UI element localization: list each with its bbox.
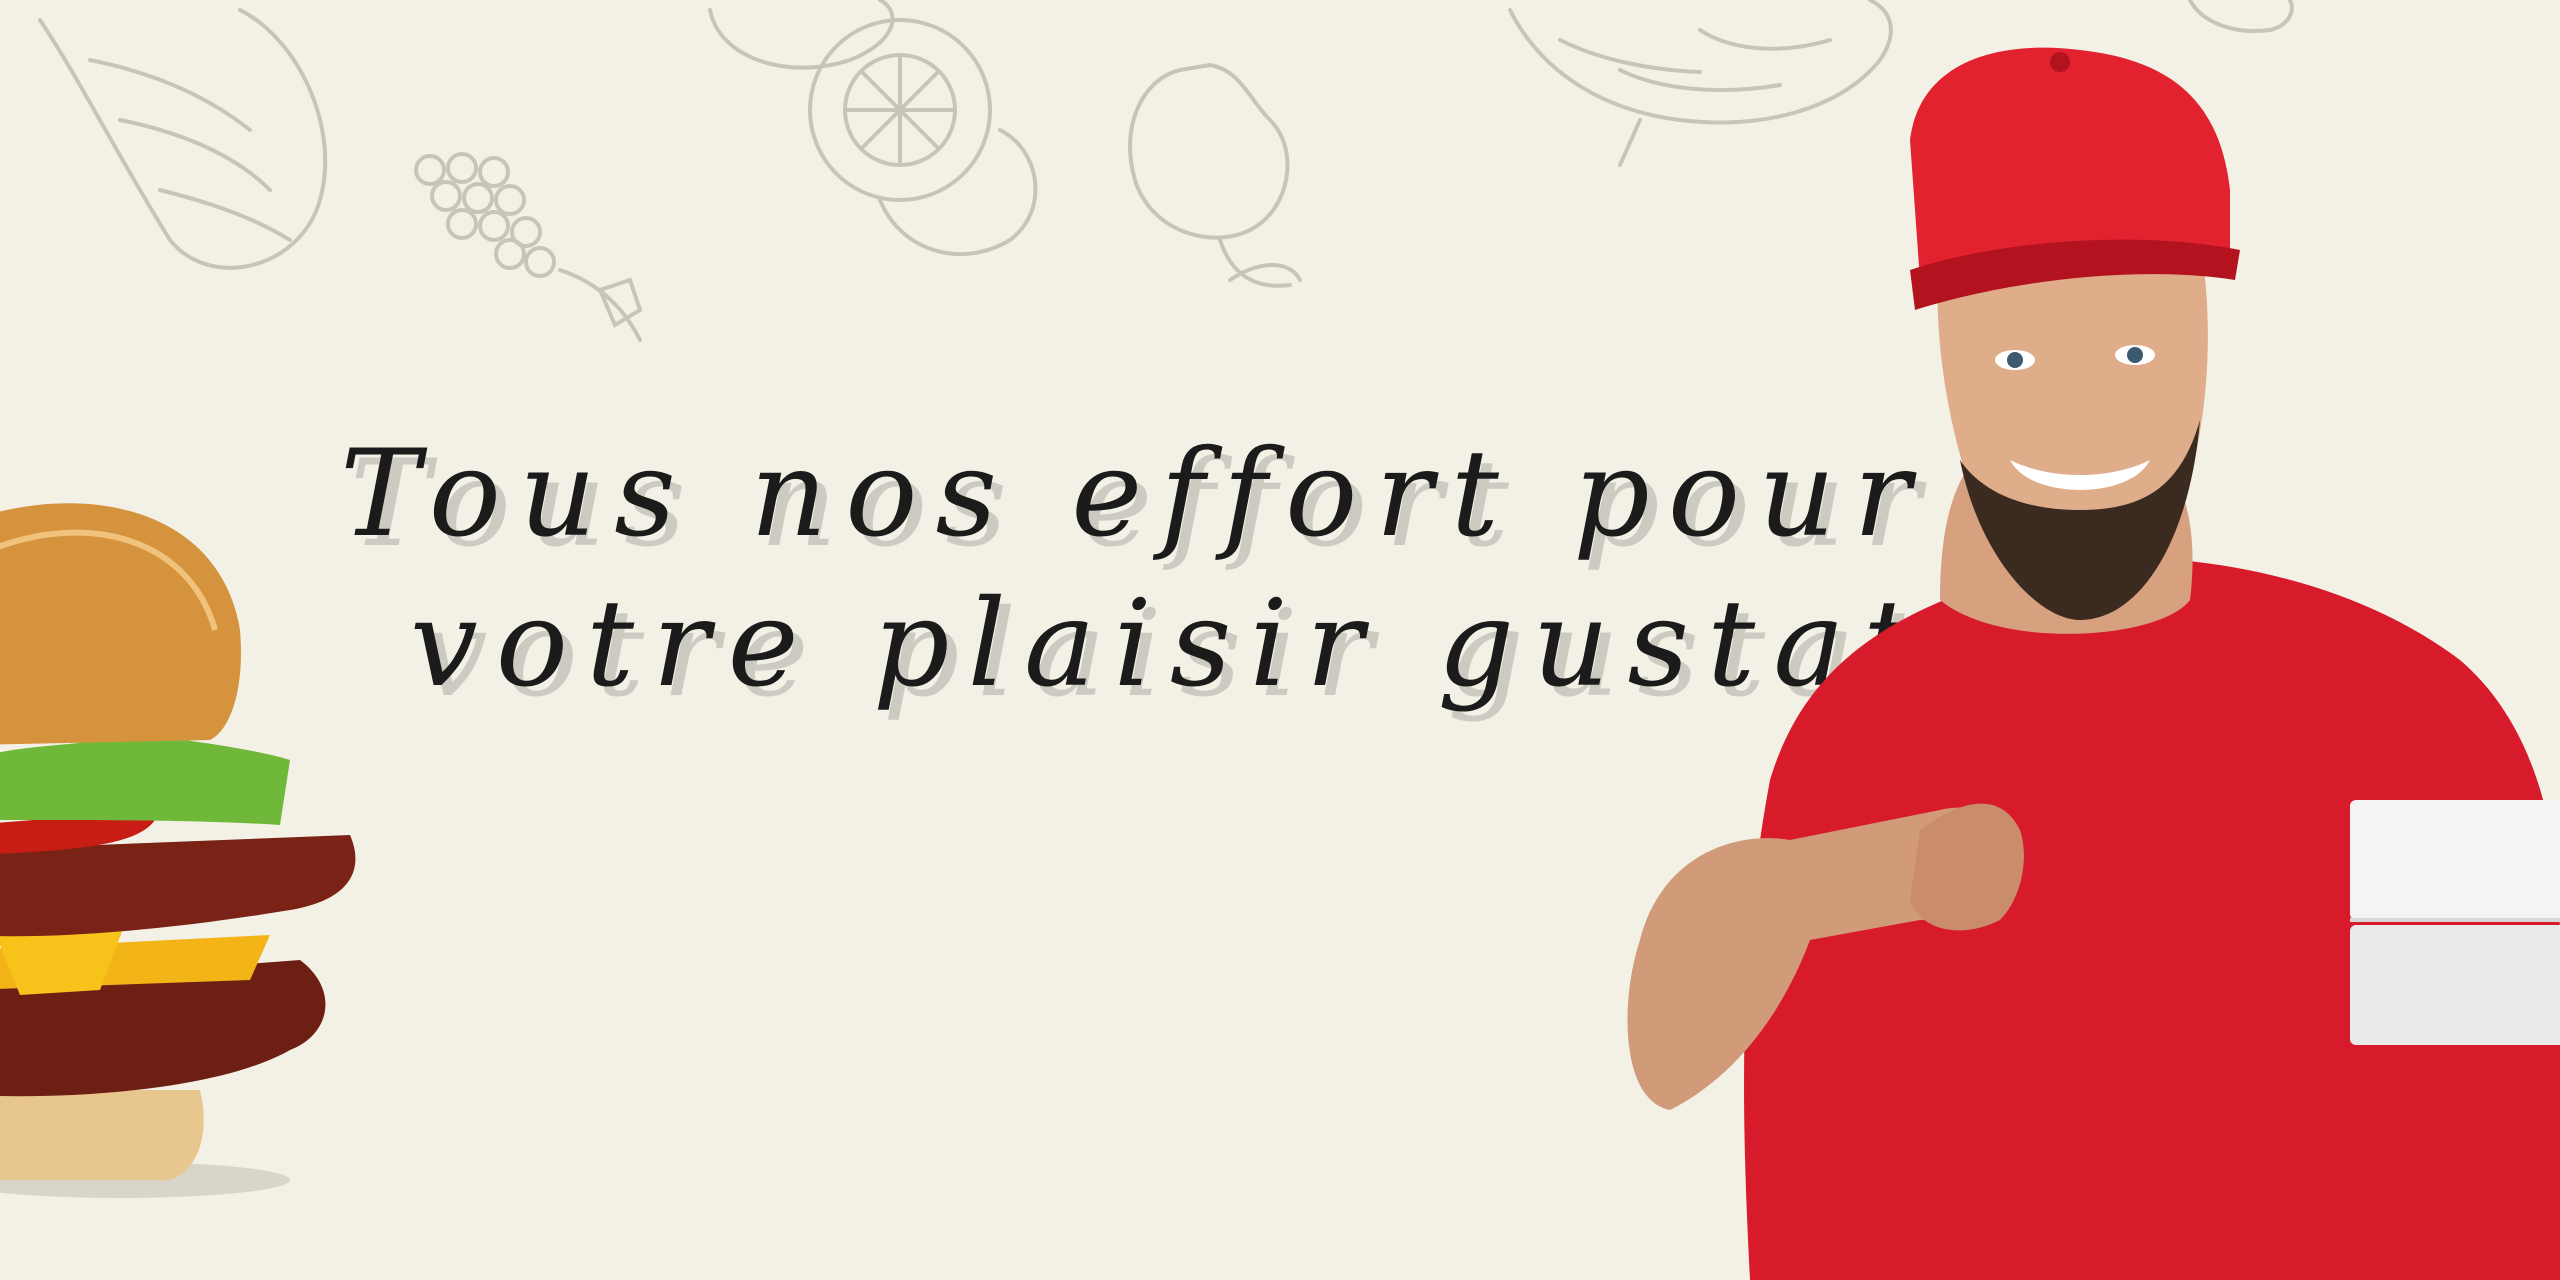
croissant-sketch-icon: [38, 8, 328, 270]
tagline: Tous nos effort pour votre plaisir gusta…: [340, 420, 2048, 720]
delivery-man-image: [1627, 47, 2560, 1280]
burger-image: [0, 503, 356, 1198]
pastry-sketch-icon: [708, 0, 1038, 256]
hero-banner: Tous nos effort pour votre plaisir gusta…: [0, 0, 2560, 1280]
tagline-line-1: Tous nos effort pour: [340, 425, 1929, 564]
pear-sketch-icon: [1128, 62, 1302, 288]
tagline-line-2: votre plaisir gustatif: [410, 575, 2048, 714]
grape-bunch-sketch-icon: [414, 152, 643, 342]
pastry-corner-sketch-icon: [2188, 0, 2294, 33]
